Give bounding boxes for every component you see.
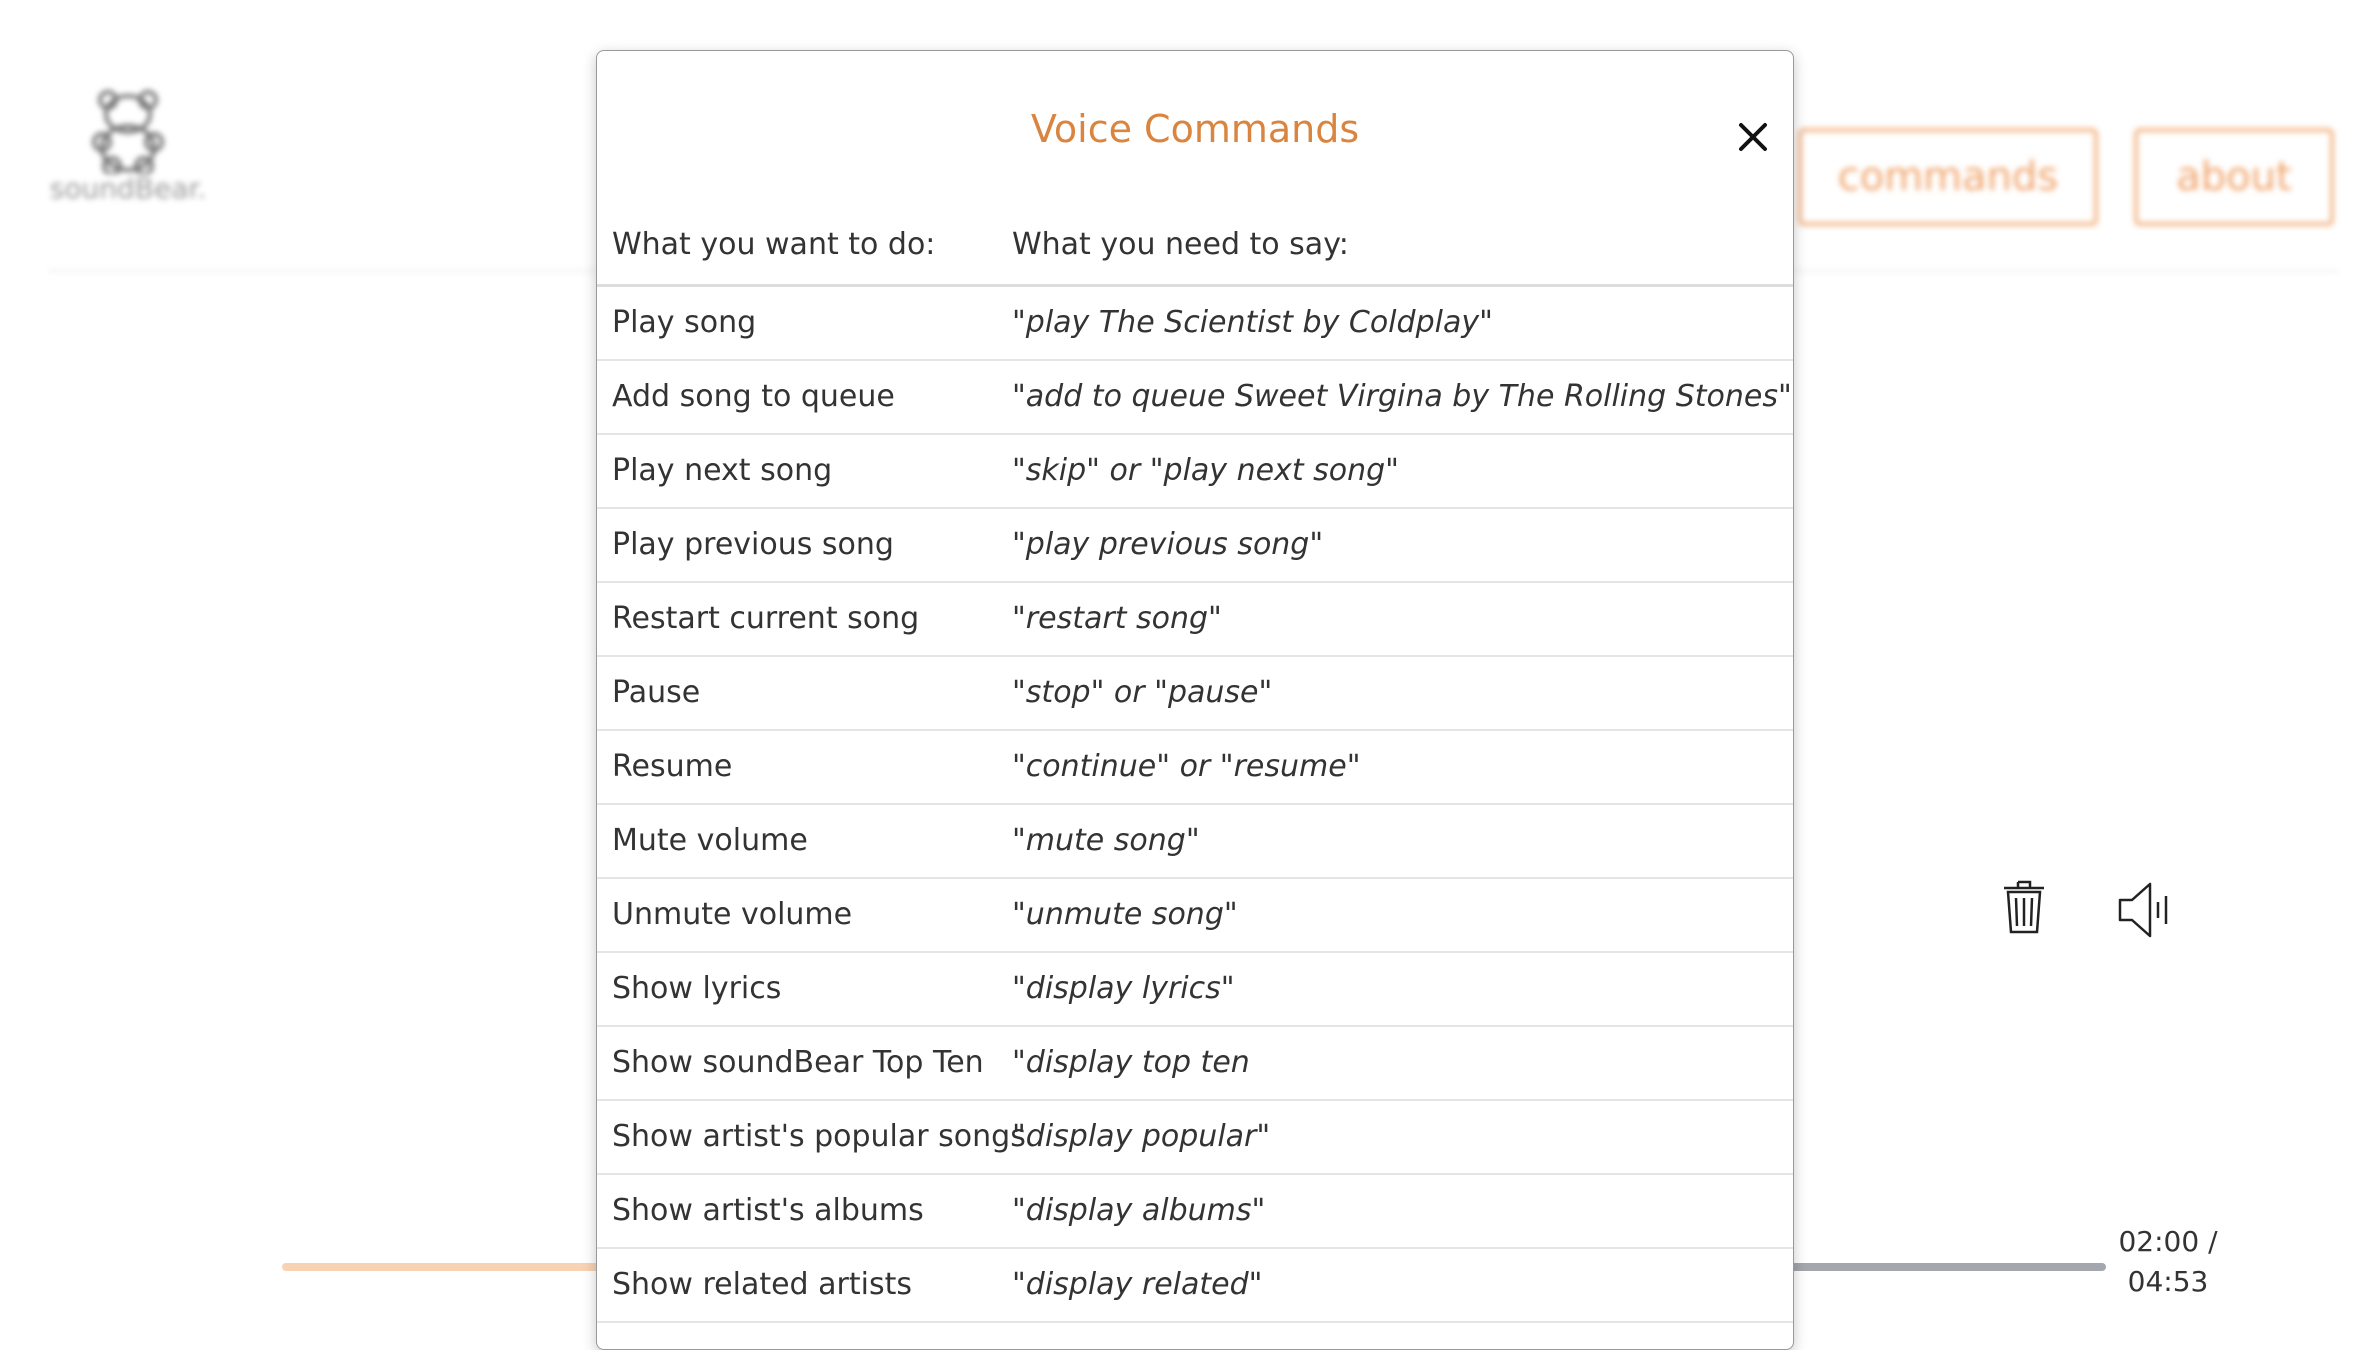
table-row: Show lyrics "display lyrics" [597, 953, 1793, 1027]
command-phrase: "display related" [1012, 1267, 1263, 1302]
command-action: Mute volume [612, 823, 808, 858]
column-header-action: What you want to do: [612, 227, 936, 262]
command-phrase: "display albums" [1012, 1193, 1266, 1228]
command-action: Show related artists [612, 1267, 912, 1302]
time-total: 04:53 [2127, 1265, 2209, 1298]
table-row: Add song to queue "add to queue Sweet Vir… [597, 361, 1793, 435]
modal-title: Voice Commands [1030, 107, 1360, 151]
command-action: Unmute volume [612, 897, 853, 932]
time-display: 02:00 / 04:53 [2108, 1222, 2228, 1302]
command-action: Play previous song [612, 527, 894, 562]
command-action: Play next song [612, 453, 833, 488]
table-row: Show artist's albums "display albums" [597, 1175, 1793, 1249]
trash-button[interactable] [2002, 878, 2046, 940]
table-row: Play previous song "play previous song" [597, 509, 1793, 583]
command-action: Show soundBear Top Ten [612, 1045, 984, 1080]
command-phrase: "mute song" [1012, 823, 1200, 858]
table-row: Restart current song "restart song" [597, 583, 1793, 657]
command-phrase: "unmute song" [1012, 897, 1238, 932]
progress-remaining[interactable] [1790, 1263, 2106, 1271]
table-row: Resume "continue" or "resume" [597, 731, 1793, 805]
command-phrase: "stop" or "pause" [1012, 675, 1273, 710]
command-phrase: "add to queue Sweet Virgina by The Rolli… [1012, 379, 1792, 414]
command-action: Show artist's popular songs [612, 1119, 1026, 1154]
command-phrase: "display top ten [1012, 1045, 1250, 1080]
speaker-icon [2118, 882, 2168, 938]
command-phrase: "display popular" [1012, 1119, 1271, 1154]
voice-commands-modal: Voice Commands What you want to do: What… [596, 50, 1794, 1350]
command-action: Restart current song [612, 601, 920, 636]
commands-button[interactable]: commands [1798, 128, 2098, 226]
table-row: Pause "stop" or "pause" [597, 657, 1793, 731]
command-phrase: "restart song" [1012, 601, 1222, 636]
time-current: 02:00 / [2118, 1225, 2218, 1258]
bear-logo-icon [92, 90, 164, 174]
command-action: Play song [612, 305, 757, 340]
command-phrase: "continue" or "resume" [1012, 749, 1361, 784]
table-row: Show artist's popular songs "display popu… [597, 1101, 1793, 1175]
command-phrase: "play The Scientist by Coldplay" [1012, 305, 1493, 340]
table-row: Play song "play The Scientist by Coldplay… [597, 287, 1793, 361]
command-action: Add song to queue [612, 379, 895, 414]
commands-table: Play song "play The Scientist by Coldplay… [597, 287, 1793, 1323]
command-phrase: "play previous song" [1012, 527, 1324, 562]
table-row: Mute volume "mute song" [597, 805, 1793, 879]
logo-text: soundBear. [49, 172, 207, 205]
volume-button[interactable] [2116, 880, 2176, 944]
close-icon [1739, 123, 1767, 151]
column-header-say: What you need to say: [1012, 227, 1349, 262]
command-action: Show lyrics [612, 971, 782, 1006]
close-button[interactable] [1733, 117, 1773, 157]
trash-icon [2004, 880, 2044, 934]
command-action: Pause [612, 675, 701, 710]
table-row: Show related artists "display related" [597, 1249, 1793, 1323]
command-phrase: "display lyrics" [1012, 971, 1235, 1006]
command-phrase: "skip" or "play next song" [1012, 453, 1399, 488]
table-row: Show soundBear Top Ten "display top ten [597, 1027, 1793, 1101]
logo[interactable]: soundBear. [48, 86, 208, 206]
table-row: Play next song "skip" or "play next song" [597, 435, 1793, 509]
command-action: Resume [612, 749, 733, 784]
about-button[interactable]: about [2134, 128, 2334, 226]
progress-played[interactable] [282, 1263, 600, 1271]
command-action: Show artist's albums [612, 1193, 924, 1228]
table-row: Unmute volume "unmute song" [597, 879, 1793, 953]
